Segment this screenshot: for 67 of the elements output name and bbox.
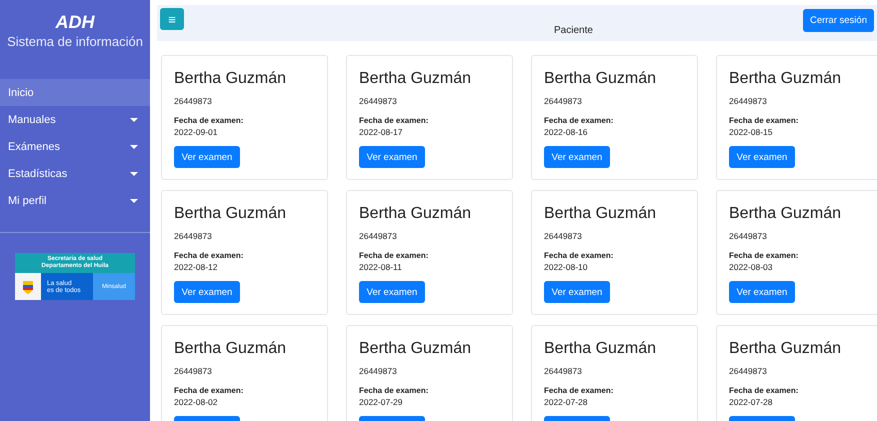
patient-id: 26449873 [359,366,397,376]
sidebar-item[interactable]: Manuales [0,106,150,133]
exam-date: 2022-08-16 [544,127,588,137]
view-exam-button[interactable]: Ver examen [359,146,425,168]
view-exam-button[interactable]: Ver examen [359,281,425,303]
page-title: Paciente [554,24,593,36]
logout-button[interactable]: Cerrar sesión [802,8,874,32]
date-label: Fecha de examen: [359,251,428,260]
patient-name: Bertha Guzmán [544,205,656,223]
view-exam-button[interactable]: Ver examen [729,281,795,303]
patient-id: 26449873 [544,96,582,106]
date-label: Fecha de examen: [359,116,428,125]
date-label: Fecha de examen: [544,251,614,260]
date-label: Fecha de examen: [729,251,798,260]
date-label: Fecha de examen: [174,116,244,125]
patient-id: 26449873 [729,96,767,106]
sidebar-item[interactable]: Inicio [0,79,150,106]
patient-name: Bertha Guzmán [174,70,286,88]
patient-name: Bertha Guzmán [729,70,842,88]
exam-date: 2022-09-01 [174,127,218,137]
exam-date: 2022-07-29 [359,397,402,407]
patient-name: Bertha Guzmán [544,70,656,88]
sidebar-item[interactable]: Estadísticas [0,160,150,187]
exam-date: 2022-07-28 [729,397,772,407]
patient-name: Bertha Guzmán [729,340,842,358]
date-label: Fecha de examen: [729,116,798,125]
exam-date: 2022-08-11 [359,262,402,272]
sidebar-item[interactable]: Mi perfil [0,187,150,214]
patient-name: Bertha Guzmán [359,340,472,358]
menu-button[interactable]: ≡ [160,8,184,30]
exam-date: 2022-08-17 [359,127,402,137]
date-label: Fecha de examen: [729,386,798,395]
patient-name: Bertha Guzmán [174,340,286,358]
exam-date: 2022-07-28 [544,397,588,407]
patient-name: Bertha Guzmán [359,205,472,223]
patient-name: Bertha Guzmán [729,205,842,223]
exam-date: 2022-08-10 [544,262,588,272]
patient-id: 26449873 [359,231,397,241]
patient-id: 26449873 [544,366,582,376]
exam-date: 2022-08-03 [729,262,772,272]
view-exam-button[interactable]: Ver examen [544,281,610,303]
patient-name: Bertha Guzmán [174,205,286,223]
exam-date: 2022-08-02 [174,397,218,407]
sidebar-item[interactable]: Exámenes [0,133,150,160]
exam-date: 2022-08-15 [729,127,772,137]
view-exam-button[interactable]: Ver examen [174,281,240,303]
date-label: Fecha de examen: [544,386,614,395]
date-label: Fecha de examen: [544,116,614,125]
brand-title: ADH [56,12,94,33]
patient-id: 26449873 [174,366,212,376]
date-label: Fecha de examen: [174,386,244,395]
patient-name: Bertha Guzmán [359,70,472,88]
patient-id: 26449873 [729,231,767,241]
patient-name: Bertha Guzmán [544,340,656,358]
patient-id: 26449873 [174,96,212,106]
view-exam-button[interactable]: Ver examen [729,146,795,168]
date-label: Fecha de examen: [174,251,244,260]
patient-id: 26449873 [359,96,397,106]
crest-icon [22,280,34,294]
patient-id: 26449873 [544,231,582,241]
view-exam-button[interactable]: Ver examen [544,146,610,168]
patient-id: 26449873 [729,366,767,376]
view-exam-button[interactable]: Ver examen [174,146,240,168]
exam-date: 2022-08-12 [174,262,218,272]
patient-id: 26449873 [174,231,212,241]
date-label: Fecha de examen: [359,386,428,395]
brand-subtitle: Sistema de información [7,34,143,49]
